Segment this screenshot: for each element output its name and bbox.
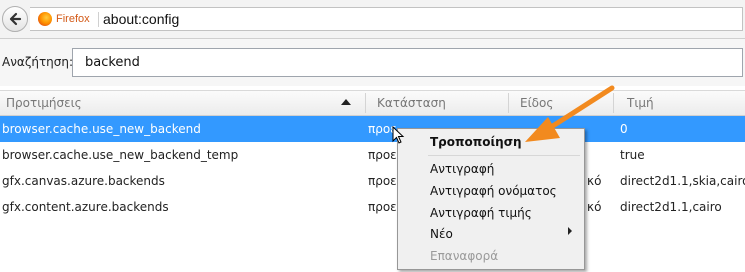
pref-status: προε [368,148,397,162]
menu-separator [428,155,580,156]
firefox-icon [38,12,52,26]
menu-item-new[interactable]: Νέο [430,227,453,241]
pref-status: προε [368,174,397,188]
column-header-value[interactable]: Τιμή [627,96,654,110]
pref-status: προε [368,200,397,214]
pref-value: direct2d1.1,skia,cairo [620,174,745,188]
submenu-arrow-icon [568,227,572,235]
column-divider[interactable] [508,93,509,113]
back-arrow-icon [9,12,22,26]
pref-value: true [620,148,645,162]
table-row[interactable]: browser.cache.use_new_backend_temp προε … [0,142,745,168]
search-label: Αναζήτηση: [2,55,74,69]
menu-item-modify[interactable]: Τροποποίηση [430,135,522,149]
pref-value: direct2d1.1,cairo [620,200,722,214]
menu-item-reset: Επαναφορά [430,249,499,263]
table-header: Προτιμήσεις Κατάσταση Είδος Τιμή [0,90,745,116]
pref-type: κό [587,174,602,188]
url-bar[interactable]: Firefox about:config [30,7,743,31]
menu-item-copy[interactable]: Αντιγραφή [430,162,494,176]
back-button[interactable] [2,6,28,32]
pref-type: κό [587,200,602,214]
browser-identity-label: Firefox [56,13,90,25]
search-input[interactable] [72,48,743,77]
column-header-status[interactable]: Κατάσταση [377,96,446,110]
pref-name: browser.cache.use_new_backend_temp [2,148,239,162]
pref-value: 0 [620,122,628,136]
pref-name: browser.cache.use_new_backend [2,122,201,136]
url-text[interactable]: about:config [103,11,179,27]
table-row[interactable]: gfx.canvas.azure.backends προε κό direct… [0,168,745,194]
table-row[interactable]: gfx.content.azure.backends προε κό direc… [0,194,745,220]
context-menu: Τροποποίηση Αντιγραφή Αντιγραφή ονόματος… [397,128,585,270]
pref-name: gfx.canvas.azure.backends [2,174,165,188]
column-divider[interactable] [365,93,366,113]
menu-item-copy-name[interactable]: Αντιγραφή ονόματος [430,184,557,198]
navigation-bar: Firefox about:config [0,0,745,39]
mouse-pointer-icon [392,126,405,144]
search-row: Αναζήτηση: [0,39,745,86]
pref-name: gfx.content.azure.backends [2,200,169,214]
menu-item-copy-value[interactable]: Αντιγραφή τιμής [430,206,532,220]
preferences-table: Προτιμήσεις Κατάσταση Είδος Τιμή browser… [0,90,745,220]
table-row[interactable]: browser.cache.use_new_backend προε 0 [0,116,745,142]
column-divider[interactable] [613,93,614,113]
sort-ascending-icon [341,99,351,105]
column-header-type[interactable]: Είδος [520,96,553,110]
column-header-preferences[interactable]: Προτιμήσεις [6,96,82,110]
url-divider [98,12,99,27]
